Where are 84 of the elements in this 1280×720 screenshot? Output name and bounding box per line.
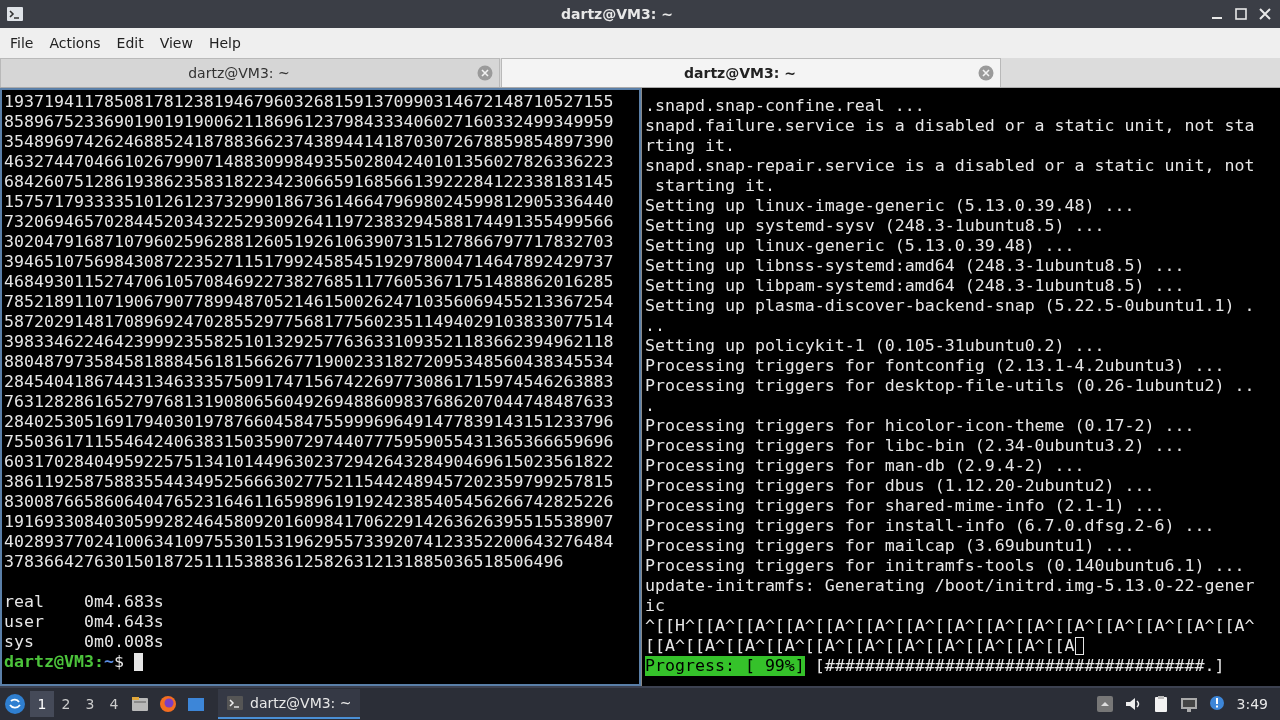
terminal-tab[interactable]: dartz@VM3: ~	[0, 58, 500, 87]
terminal-line: 4028937702410063410975530153196295573392074123352200643276484	[4, 532, 615, 552]
terminal-line: 7852189110719067907789948705214615002624710356069455213367254	[4, 292, 615, 312]
terminal-line: 1575717933335101261237329901867361466479698024599812905336440	[4, 192, 615, 212]
menu-item[interactable]: Actions	[41, 31, 109, 55]
terminal-line: 1937194117850817812381946796032681591370990314672148710527155	[4, 92, 615, 112]
tab-label[interactable]: dartz@VM3: ~	[1, 65, 477, 81]
clock: 3:49	[1235, 696, 1269, 712]
terminal-line: Processing triggers for hicolor-icon-theme (0.17-2) ...	[645, 416, 1195, 435]
terminal-line: Processing triggers for dbus (1.12.20-2ubuntu2) ...	[645, 476, 1155, 495]
terminal-line: 37836642763015018725111538836125826312131885036518506496	[4, 552, 565, 572]
terminal-line: Setting up systemd-sysv (248.3-1ubuntu8.5) ...	[645, 216, 1105, 235]
terminal-line: Setting up libpam-systemd:amd64 (248.3-1ubuntu8.5) ...	[645, 276, 1185, 295]
terminal-line: 8589675233690190191900621186961237984333406027160332499349959	[4, 112, 615, 132]
task-label[interactable]: dartz@VM3: ~	[250, 695, 352, 711]
terminal-line: Processing triggers for fontconfig (2.13.1-4.2ubuntu3) ...	[645, 356, 1225, 375]
terminal-line: Setting up linux-image-generic (5.13.0.39.48) ...	[645, 196, 1135, 215]
terminal-line: 3548969742624688524187883662374389441418703072678859854897390	[4, 132, 615, 152]
terminal-line: Processing triggers for man-db (2.9.4-2) ...	[645, 456, 1085, 475]
terminal-line: 2840253051691794030197876604584755999696491477839143151233796	[4, 412, 615, 432]
menu-item[interactable]: File	[2, 31, 42, 55]
timing-line: sys 0m0.008s	[4, 632, 165, 652]
terminal-line: starting it.	[654, 176, 775, 195]
tray-expand-icon[interactable]	[1094, 694, 1115, 714]
terminal-line: ^[[H^[[A^[[A^[[A^[[A^[[A^[[A^[[A^[[A^[[A^[[A^[[A^[[A^[[A^[[A^	[645, 616, 1255, 635]
terminal-line: Processing triggers for mailcap (3.69ubuntu1) ...	[645, 536, 1135, 555]
terminal-line: 7320694657028445203432252930926411972383294588174491355499566	[4, 212, 615, 232]
terminal-line: rting it.	[645, 136, 735, 155]
progress-bar-text: [######################################.]	[813, 656, 1225, 676]
terminal-line: Setting up policykit-1 (0.105-31ubuntu0.2) ...	[645, 336, 1105, 355]
workspace-button[interactable]: 3	[78, 691, 102, 717]
terminal-line: 3861192587588355443495256663027752115442489457202359799257815	[4, 472, 615, 492]
terminal-line: Processing triggers for initramfs-tools (0.140ubuntu6.1) ...	[645, 556, 1245, 575]
terminal-line: snapd.snap-repair.service is a disabled or a static unit, not	[645, 156, 1255, 175]
terminal-tab[interactable]: dartz@VM3: ~	[501, 58, 1001, 87]
terminal-line: 7631282861652797681319080656049269488609837686207044748487633	[4, 392, 615, 412]
terminal-line: 6031702840495922575134101449630237294264328490469615023561822	[4, 452, 615, 472]
terminal-line: Processing triggers for shared-mime-info (2.1-1) ...	[645, 496, 1165, 515]
terminal-line: .snapd.snap-confine.real ...	[645, 96, 925, 115]
tab-label[interactable]: dartz@VM3: ~	[502, 65, 978, 81]
terminal-line: 6842607512861938623583182234230665916856613922284122338183145	[4, 172, 615, 192]
terminal-line: 2845404186744313463335750917471567422697730861715974546263883	[4, 372, 615, 392]
terminal-line: 8300876658606404765231646116598961919242385405456266742825226	[4, 492, 615, 512]
start-menu-icon[interactable]	[4, 693, 26, 715]
terminal-line: 1916933084030599282464580920160984170622914263626395515538907	[4, 512, 615, 532]
terminal-line: 3020479168710796025962881260519261063907315127866797717832703	[4, 232, 615, 252]
browser-icon[interactable]	[158, 694, 178, 714]
terminal-line: ic	[645, 596, 665, 615]
terminal-line: snapd.failure.service is a disabled or a static unit, not sta	[645, 116, 1255, 135]
workspace-button[interactable]: 1	[30, 691, 54, 717]
maximize-icon[interactable]	[1234, 7, 1248, 21]
timing-line: user 0m4.643s	[4, 612, 165, 632]
terminal-line: .	[645, 396, 655, 415]
terminal-line: 8804879735845818884561815662677190023318272095348560438345534	[4, 352, 615, 372]
terminal-line: Setting up libnss-systemd:amd64 (248.3-1ubuntu8.5) ...	[645, 256, 1185, 275]
terminal-line: Processing triggers for install-info (6.7.0.dfsg.2-6) ...	[645, 516, 1215, 535]
terminal-line: 3983346224642399923558251013292577636331093521183662394962118	[4, 332, 615, 352]
terminal-icon	[6, 6, 24, 22]
terminal-line: Setting up plasma-discover-backend-snap (5.22.5-0ubuntu1.1) .	[645, 296, 1255, 315]
terminal-line: 4632744704661026799071488309984935502804240101356027826336223	[4, 152, 615, 172]
terminal-line: ..	[645, 316, 665, 335]
terminal-line: 7550361711554642406383150359072974407775959055431365366659696	[4, 432, 615, 452]
terminal-line: Processing triggers for libc-bin (2.34-0ubuntu3.2) ...	[645, 436, 1185, 455]
terminal-line: update-initramfs: Generating /boot/initrd.img-5.13.0-22-gener	[645, 576, 1255, 595]
progress-label: Progress: [ 99%]	[645, 656, 805, 676]
terminal-line: 3946510756984308722352711517992458545192978004714647892429737	[4, 252, 615, 272]
terminal-line: [[A^[[A^[[A^[[A^[[A^[[A^[[A^[[A^[[A^[[A^[[A	[645, 636, 1075, 655]
workspace-button[interactable]: 2	[54, 691, 78, 717]
terminal-line: Processing triggers for desktop-file-utils (0.26-1ubuntu2) ..	[645, 376, 1255, 395]
close-icon[interactable]	[1258, 7, 1272, 21]
window-title: dartz@VM3: ~	[560, 6, 674, 22]
menu-item[interactable]: View	[151, 31, 201, 55]
timing-line: real 0m4.683s	[4, 592, 165, 612]
shell-prompt: dartz@VM3:~$	[4, 652, 125, 671]
tab-close-icon[interactable]	[978, 65, 994, 81]
folder-icon[interactable]	[130, 694, 150, 714]
workspace-button[interactable]: 4	[102, 691, 126, 717]
taskbar-task[interactable]: dartz@VM3: ~	[218, 689, 360, 719]
terminal-line: Setting up linux-generic (5.13.0.39.48) ...	[645, 236, 1075, 255]
menu-item[interactable]: Edit	[108, 31, 152, 55]
terminal-icon	[226, 695, 244, 711]
terminal-line: 4684930115274706105708469227382768511776053671751488862016285	[4, 272, 615, 292]
terminal-line: 5872029148170896924702855297756817756023511494029103833077514	[4, 312, 615, 332]
menu-item[interactable]: Help	[200, 31, 249, 55]
